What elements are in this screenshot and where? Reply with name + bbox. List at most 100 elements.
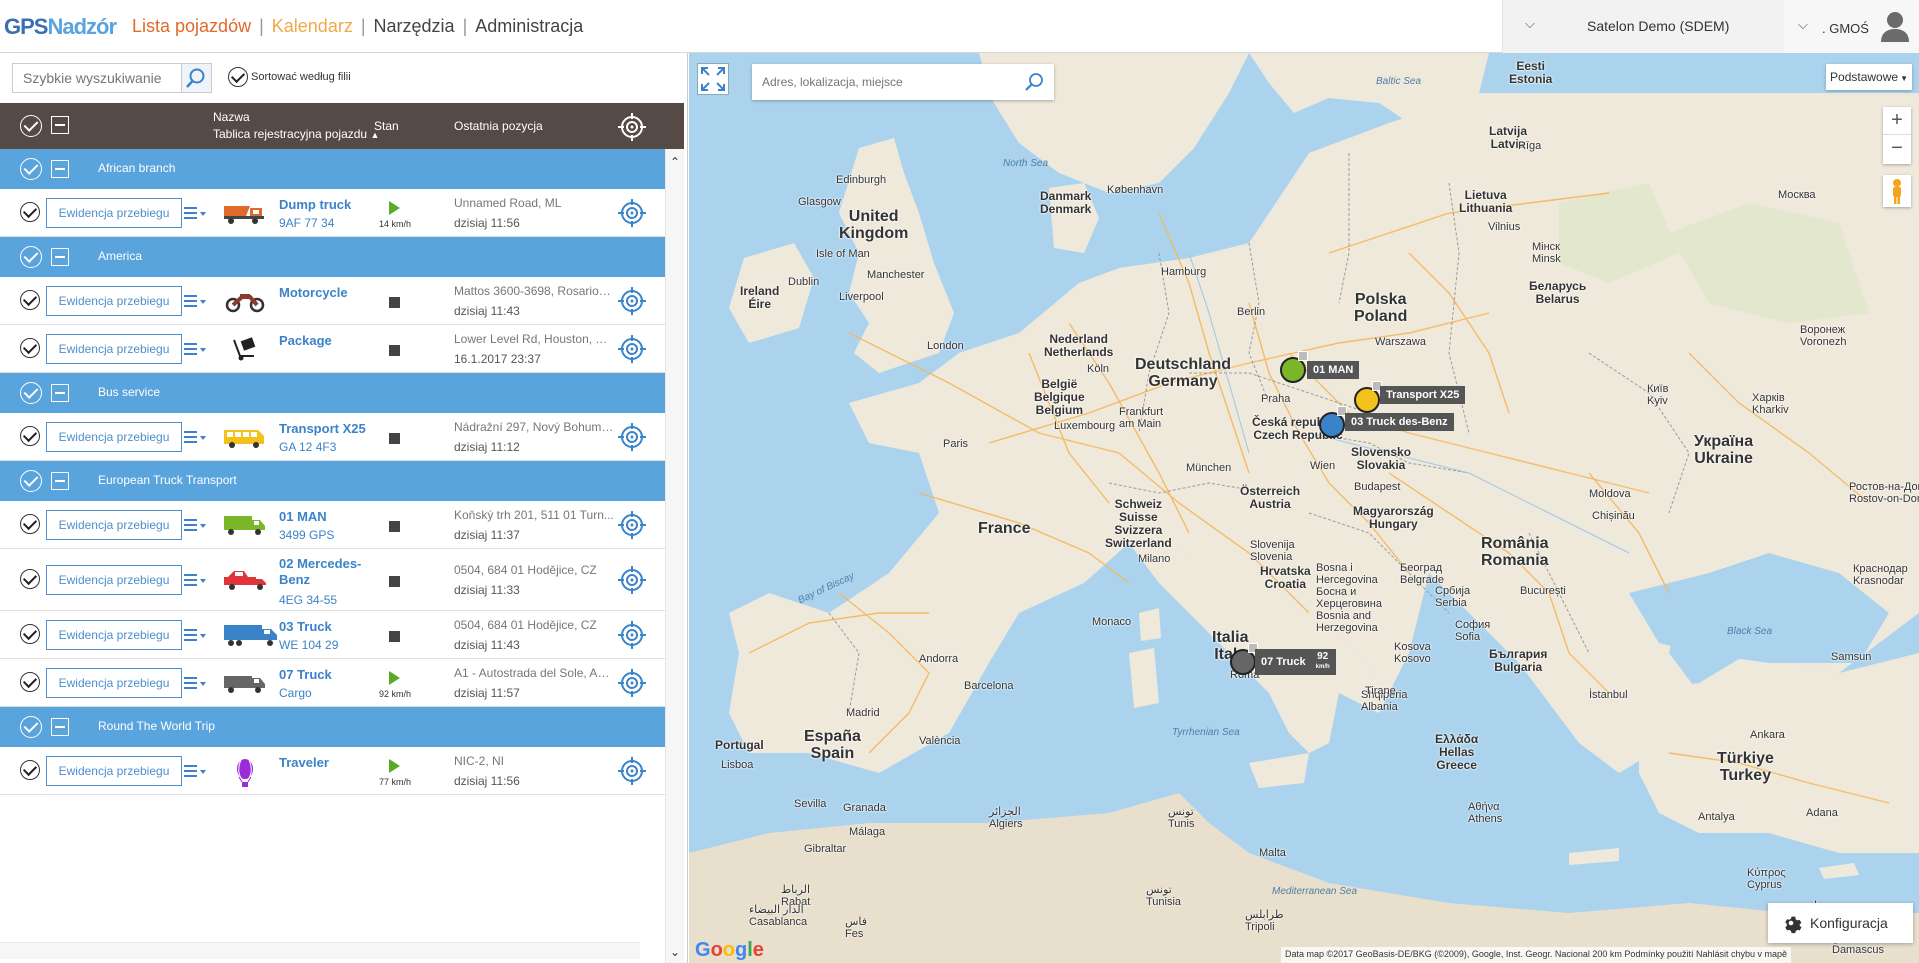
vehicle-name[interactable]: Package (279, 333, 374, 349)
mileage-record-button[interactable]: Ewidencja przebiegu (46, 198, 182, 228)
group-collapse-button[interactable] (51, 248, 69, 266)
configuration-button[interactable]: Konfiguracja (1768, 903, 1913, 943)
group-select-checkbox[interactable] (20, 382, 42, 404)
mileage-record-button[interactable]: Ewidencja przebiegu (46, 565, 182, 595)
company-selector[interactable]: ⌵ Satelon Demo (SDEM) (1502, 0, 1784, 53)
vehicle-marker-label[interactable]: 01 MAN (1307, 361, 1360, 379)
row-menu-icon[interactable] (184, 762, 206, 780)
select-all-checkbox[interactable] (20, 115, 42, 137)
basemap-selector[interactable]: Podstawowe ▼ (1826, 64, 1912, 90)
row-menu-icon[interactable] (184, 571, 206, 589)
row-menu-icon[interactable] (184, 204, 206, 222)
mileage-record-button[interactable]: Ewidencja przebiegu (46, 510, 182, 540)
group-header[interactable]: Round The World Trip (0, 707, 665, 747)
column-last-position[interactable]: Ostatnia pozycja (454, 119, 543, 133)
group-collapse-button[interactable] (51, 472, 69, 490)
sort-by-branch-checkbox[interactable] (228, 67, 248, 87)
locate-vehicle-icon[interactable] (618, 287, 646, 315)
locate-all-icon[interactable] (618, 113, 646, 141)
vertical-scrollbar[interactable]: ⌃ ⌄ (665, 149, 684, 963)
group-collapse-button[interactable] (51, 384, 69, 402)
vehicle-row[interactable]: Ewidencja przebiegu Motorcycle Mattos 3600… (0, 277, 665, 325)
mileage-record-button[interactable]: Ewidencja przebiegu (46, 286, 182, 316)
locate-vehicle-icon[interactable] (618, 511, 646, 539)
locate-vehicle-icon[interactable] (618, 199, 646, 227)
vehicle-row[interactable]: Ewidencja przebiegu 01 MAN 3499 GPS Koňský … (0, 501, 665, 549)
horizontal-scrollbar[interactable] (0, 942, 640, 959)
vehicle-row[interactable]: Ewidencja przebiegu 02 Mercedes-Benz 4EG 3… (0, 549, 665, 611)
map-address-input[interactable] (752, 64, 1012, 100)
scroll-up-icon[interactable]: ⌃ (670, 155, 680, 169)
vehicle-select-checkbox[interactable] (20, 338, 40, 358)
map-view[interactable]: Eesti Estonia Latvija Latvia Lietuva Lithu… (689, 53, 1919, 963)
locate-vehicle-icon[interactable] (618, 566, 646, 594)
mileage-record-button[interactable]: Ewidencja przebiegu (46, 620, 182, 650)
vehicle-select-checkbox[interactable] (20, 290, 40, 310)
vehicle-row[interactable]: Ewidencja przebiegu Dump truck 9AF 77 34 14… (0, 189, 665, 237)
row-menu-icon[interactable] (184, 626, 206, 644)
app-logo[interactable]: GPSNadzór (4, 14, 117, 40)
locate-vehicle-icon[interactable] (618, 669, 646, 697)
group-select-checkbox[interactable] (20, 158, 42, 180)
vehicle-marker-label[interactable]: 03 Truck des-Benz (1345, 413, 1454, 431)
collapse-all-button[interactable] (51, 116, 69, 134)
group-select-checkbox[interactable] (20, 716, 42, 738)
vehicle-name[interactable]: Transport X25 (279, 421, 374, 437)
vehicle-row[interactable]: Ewidencja przebiegu 03 Truck WE 104 29 0504… (0, 611, 665, 659)
sort-by-branch-toggle[interactable]: Sortować według filii (228, 67, 351, 87)
nav-kalendarz[interactable]: Kalendarz (272, 16, 353, 36)
search-icon[interactable] (1024, 72, 1044, 92)
vehicle-select-checkbox[interactable] (20, 569, 40, 589)
locate-vehicle-icon[interactable] (618, 335, 646, 363)
vehicle-marker-label[interactable]: 07 Truck 92 km/h (1255, 649, 1336, 675)
street-view-button[interactable] (1883, 175, 1911, 207)
zoom-out-button[interactable]: − (1883, 135, 1911, 163)
map-attribution[interactable]: Data map ©2017 GeoBasis-DE/BKG (©2009), … (1281, 947, 1792, 963)
scroll-down-icon[interactable]: ⌄ (670, 945, 680, 959)
search-button[interactable] (181, 64, 211, 92)
group-header[interactable]: Bus service (0, 373, 665, 413)
vehicle-select-checkbox[interactable] (20, 426, 40, 446)
vehicle-row[interactable]: Ewidencja przebiegu Package Lower Level Rd… (0, 325, 665, 373)
nav-narzędzia[interactable]: Narzędzia (374, 16, 455, 36)
column-name[interactable]: Nazwa (213, 110, 250, 124)
row-menu-icon[interactable] (184, 292, 206, 310)
user-menu[interactable]: ⌵ . GMOŚ (1784, 0, 1919, 53)
mileage-record-button[interactable]: Ewidencja przebiegu (46, 334, 182, 364)
group-header[interactable]: European Truck Transport (0, 461, 665, 501)
row-menu-icon[interactable] (184, 674, 206, 692)
group-header[interactable]: African branch (0, 149, 665, 189)
locate-vehicle-icon[interactable] (618, 757, 646, 785)
group-select-checkbox[interactable] (20, 246, 42, 268)
vehicle-select-checkbox[interactable] (20, 514, 40, 534)
group-select-checkbox[interactable] (20, 470, 42, 492)
row-menu-icon[interactable] (184, 516, 206, 534)
vehicle-select-checkbox[interactable] (20, 672, 40, 692)
locate-vehicle-icon[interactable] (618, 423, 646, 451)
row-menu-icon[interactable] (184, 340, 206, 358)
vehicle-name[interactable]: Dump truck (279, 197, 374, 213)
zoom-in-button[interactable]: + (1883, 107, 1911, 135)
nav-lista-pojazdów[interactable]: Lista pojazdów (132, 16, 251, 36)
nav-administracja[interactable]: Administracja (475, 16, 583, 36)
group-collapse-button[interactable] (51, 160, 69, 178)
vehicle-marker-label[interactable]: Transport X25 (1380, 386, 1466, 404)
vehicle-select-checkbox[interactable] (20, 760, 40, 780)
quick-search-input[interactable] (13, 64, 181, 92)
vehicle-row[interactable]: Ewidencja przebiegu Traveler 77 km/h NIC-2,… (0, 747, 665, 795)
vehicle-select-checkbox[interactable] (20, 202, 40, 222)
column-state[interactable]: Stan (374, 119, 399, 133)
vehicle-select-checkbox[interactable] (20, 624, 40, 644)
vehicle-name[interactable]: 02 Mercedes-Benz (279, 556, 374, 588)
mileage-record-button[interactable]: Ewidencja przebiegu (46, 422, 182, 452)
fullscreen-button[interactable] (697, 63, 729, 95)
vehicle-row[interactable]: Ewidencja przebiegu Transport X25 GA 12 4F… (0, 413, 665, 461)
mileage-record-button[interactable]: Ewidencja przebiegu (46, 756, 182, 786)
vehicle-name[interactable]: 07 Truck (279, 667, 374, 683)
column-plate[interactable]: Tablica rejestracyjna pojazdu ▲ (213, 127, 379, 141)
group-header[interactable]: America (0, 237, 665, 277)
locate-vehicle-icon[interactable] (618, 621, 646, 649)
vehicle-row[interactable]: Ewidencja przebiegu 07 Truck Cargo 92 km/h A… (0, 659, 665, 707)
group-collapse-button[interactable] (51, 718, 69, 736)
vehicle-name[interactable]: 03 Truck (279, 619, 374, 635)
